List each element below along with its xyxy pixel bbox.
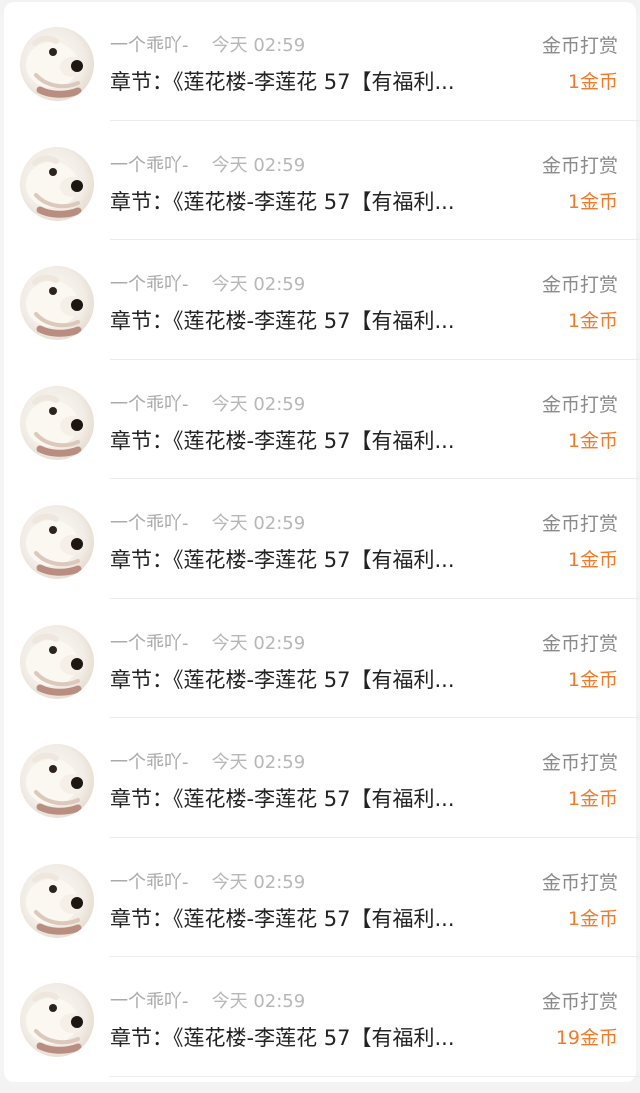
chapter-title[interactable]: 章节：《莲花楼-李莲花 57【有福利... bbox=[110, 1021, 524, 1055]
user-name[interactable]: 一个乖吖- bbox=[110, 35, 189, 56]
user-name[interactable]: 一个乖吖- bbox=[110, 991, 189, 1012]
chapter-title[interactable]: 章节：《莲花楼-李莲花 57【有福利... bbox=[110, 782, 524, 816]
reward-type: 金币打赏 bbox=[541, 513, 618, 535]
reward-row[interactable]: 一个乖吖- 今天 02:59 章节：《莲花楼-李莲花 57【有福利... 金币打… bbox=[0, 838, 640, 957]
reward-row[interactable]: 一个乖吖- 今天 02:59 章节：《莲花楼-李莲花 57【有福利... 金币打… bbox=[0, 360, 640, 479]
row-meta: 一个乖吖- 今天 02:59 bbox=[110, 868, 305, 898]
reward-list: 一个乖吖- 今天 02:59 章节：《莲花楼-李莲花 57【有福利... 金币打… bbox=[0, 0, 640, 1093]
reward-row[interactable]: 一个乖吖- 今天 02:59 章节：《莲花楼-李莲花 57【有福利... 金币打… bbox=[0, 1, 640, 121]
user-name[interactable]: 一个乖吖- bbox=[110, 513, 189, 534]
reward-amount: 1金币 bbox=[567, 788, 618, 810]
reward-row[interactable]: 一个乖吖- 今天 02:59 章节：《莲花楼-李莲花 57【有福利... 金币打… bbox=[0, 957, 640, 1077]
reward-type: 金币打赏 bbox=[541, 393, 618, 416]
chapter-title[interactable]: 章节：《莲花楼-李莲花 57【有福利... bbox=[110, 65, 524, 99]
row-meta: 一个乖吖- 今天 02:59 bbox=[110, 390, 305, 420]
reward-time: 今天 02:59 bbox=[211, 393, 306, 415]
row-meta: 一个乖吖- 今天 02:59 bbox=[110, 748, 305, 778]
dog-avatar-icon[interactable] bbox=[20, 266, 94, 340]
reward-amount: 1金币 bbox=[567, 907, 618, 930]
reward-row[interactable]: 一个乖吖- 今天 02:59 章节：《莲花楼-李莲花 57【有福利... 金币打… bbox=[0, 479, 640, 599]
chapter-title[interactable]: 章节：《莲花楼-李莲花 57【有福利... bbox=[110, 663, 524, 697]
dog-avatar-icon[interactable] bbox=[20, 505, 94, 579]
row-meta: 一个乖吖- 今天 02:59 bbox=[110, 629, 305, 659]
dog-avatar-icon[interactable] bbox=[20, 744, 94, 818]
user-name[interactable]: 一个乖吖- bbox=[110, 633, 189, 654]
reward-amount: 19金币 bbox=[555, 1027, 618, 1049]
row-meta: 一个乖吖- 今天 02:59 bbox=[110, 31, 305, 61]
reward-row[interactable]: 一个乖吖- 今天 02:59 章节：《莲花楼-李莲花 57【有福利... 金币打… bbox=[0, 240, 640, 360]
dog-avatar-icon[interactable] bbox=[20, 983, 94, 1057]
user-name[interactable]: 一个乖吖- bbox=[110, 752, 189, 773]
reward-time: 今天 02:59 bbox=[211, 991, 306, 1012]
reward-amount: 1金币 bbox=[567, 429, 618, 452]
row-meta: 一个乖吖- 今天 02:59 bbox=[110, 151, 305, 181]
reward-amount: 1金币 bbox=[567, 71, 618, 93]
chapter-title[interactable]: 章节：《莲花楼-李莲花 57【有福利... bbox=[110, 185, 524, 219]
reward-row[interactable]: 一个乖吖- 今天 02:59 章节：《莲花楼-李莲花 57【有福利... 金币打… bbox=[0, 718, 640, 838]
dog-avatar-icon[interactable] bbox=[20, 146, 94, 221]
row-meta: 一个乖吖- 今天 02:59 bbox=[110, 987, 305, 1017]
row-meta: 一个乖吖- 今天 02:59 bbox=[110, 270, 305, 300]
reward-time: 今天 02:59 bbox=[211, 632, 306, 654]
reward-time: 今天 02:59 bbox=[211, 752, 306, 773]
reward-type: 金币打赏 bbox=[541, 871, 618, 894]
dog-avatar-icon[interactable] bbox=[20, 863, 94, 938]
reward-amount: 1金币 bbox=[567, 310, 618, 332]
reward-time: 今天 02:59 bbox=[211, 35, 306, 56]
reward-time: 今天 02:59 bbox=[211, 513, 306, 534]
row-meta: 一个乖吖- 今天 02:59 bbox=[110, 509, 305, 539]
user-name[interactable]: 一个乖吖- bbox=[110, 872, 189, 893]
reward-history-screen: 一个乖吖- 今天 02:59 章节：《莲花楼-李莲花 57【有福利... 金币打… bbox=[0, 0, 640, 1093]
reward-type: 金币打赏 bbox=[541, 752, 618, 774]
row-divider bbox=[110, 1075, 640, 1077]
reward-type: 金币打赏 bbox=[541, 632, 618, 655]
reward-row[interactable]: 一个乖吖- 今天 02:59 章节：《莲花楼-李莲花 57【有福利... 金币打… bbox=[0, 121, 640, 240]
reward-type: 金币打赏 bbox=[541, 274, 618, 296]
reward-time: 今天 02:59 bbox=[211, 154, 306, 176]
reward-type: 金币打赏 bbox=[541, 154, 618, 177]
reward-amount: 1金币 bbox=[567, 549, 618, 571]
user-name[interactable]: 一个乖吖- bbox=[110, 155, 189, 176]
chapter-title[interactable]: 章节：《莲花楼-李莲花 57【有福利... bbox=[110, 902, 524, 936]
reward-row[interactable]: 一个乖吖- 今天 02:59 章节：《莲花楼-李莲花 57【有福利... 金币打… bbox=[0, 599, 640, 718]
user-name[interactable]: 一个乖吖- bbox=[110, 394, 189, 415]
dog-avatar-icon[interactable] bbox=[20, 624, 94, 699]
dog-avatar-icon[interactable] bbox=[20, 385, 94, 460]
reward-time: 今天 02:59 bbox=[211, 871, 306, 893]
reward-time: 今天 02:59 bbox=[211, 274, 306, 295]
chapter-title[interactable]: 章节：《莲花楼-李莲花 57【有福利... bbox=[110, 424, 524, 458]
chapter-title[interactable]: 章节：《莲花楼-李莲花 57【有福利... bbox=[110, 304, 524, 338]
user-name[interactable]: 一个乖吖- bbox=[110, 274, 189, 295]
chapter-title[interactable]: 章节：《莲花楼-李莲花 57【有福利... bbox=[110, 543, 524, 577]
reward-amount: 1金币 bbox=[567, 668, 618, 691]
reward-type: 金币打赏 bbox=[541, 991, 618, 1013]
dog-avatar-icon[interactable] bbox=[20, 27, 94, 101]
reward-amount: 1金币 bbox=[567, 190, 618, 213]
reward-type: 金币打赏 bbox=[541, 35, 618, 57]
